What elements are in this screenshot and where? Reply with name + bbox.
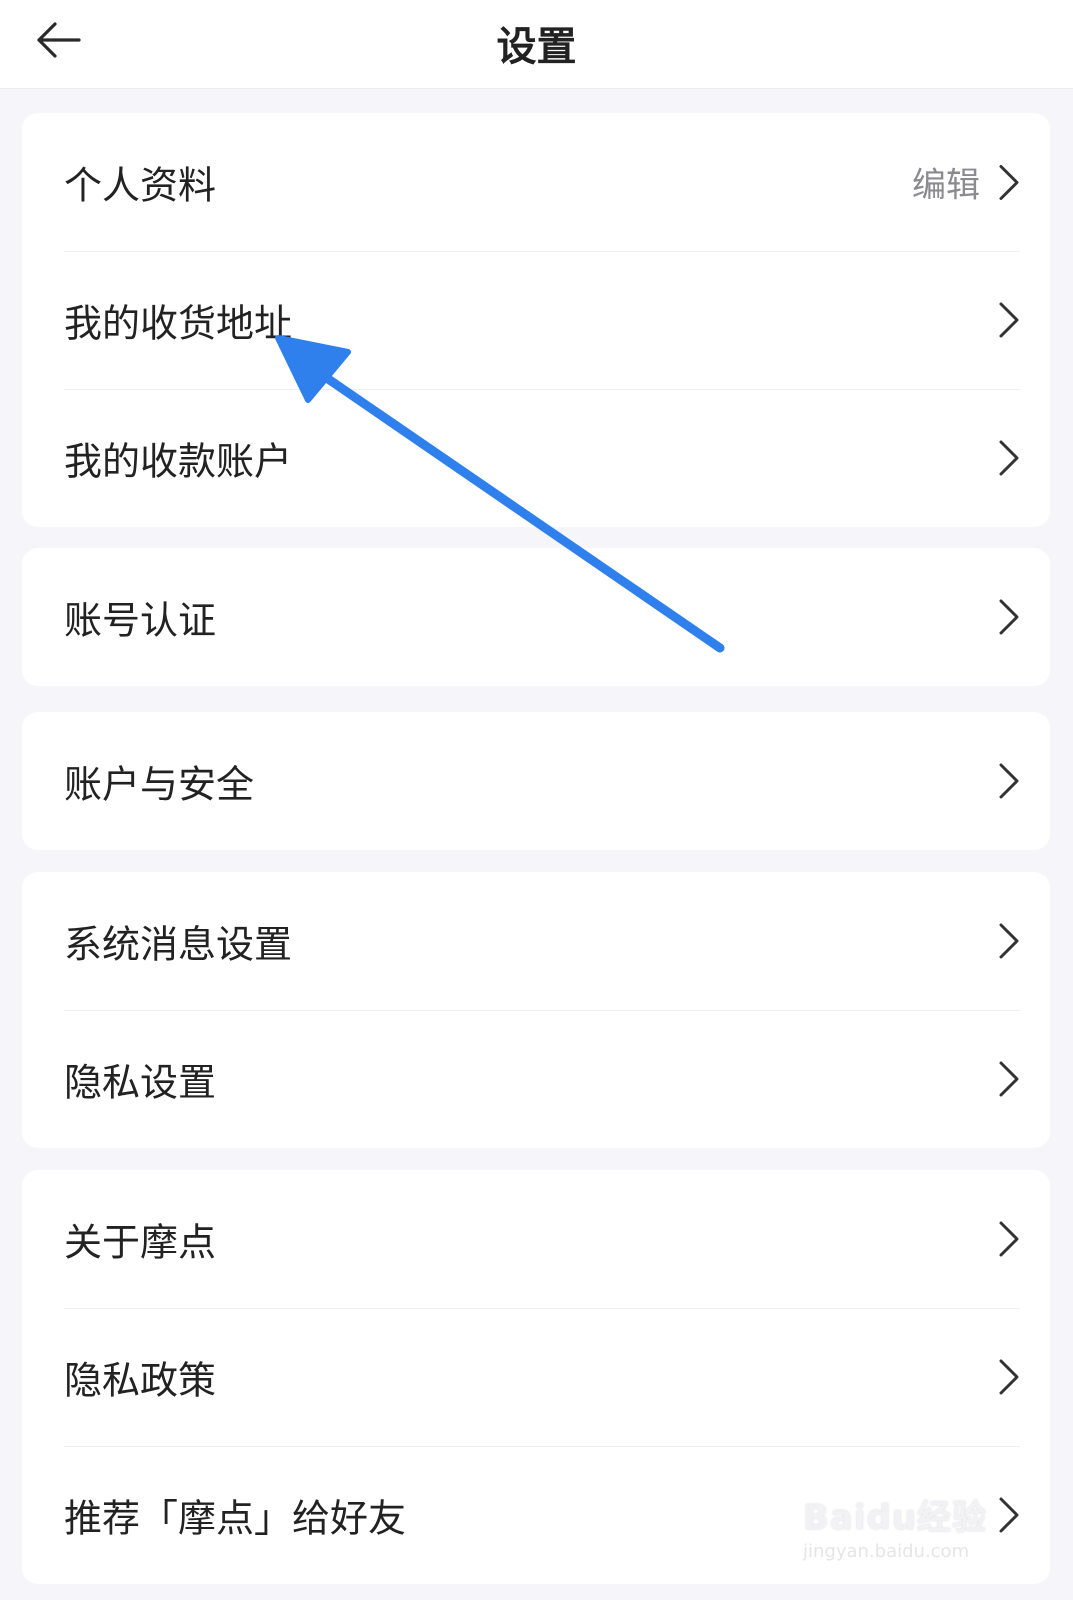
arrow-left-icon [37, 22, 81, 58]
settings-item-account-verification[interactable]: 账号认证 [22, 548, 1050, 686]
chevron-right-icon [999, 440, 1019, 476]
watermark: Baidu经验 jingyan.baidu.com [803, 1490, 1003, 1570]
back-button[interactable] [28, 10, 88, 70]
settings-item-label: 隐私政策 [64, 1358, 217, 1403]
settings-item-label: 隐私设置 [64, 1060, 217, 1105]
settings-item-system-messages[interactable]: 系统消息设置 [22, 872, 1050, 1010]
chevron-right-icon [999, 599, 1019, 635]
settings-item-profile[interactable]: 个人资料 编辑 [22, 113, 1050, 251]
settings-group-notifications: 系统消息设置 隐私设置 [22, 872, 1050, 1148]
settings-item-account-security[interactable]: 账户与安全 [22, 712, 1050, 850]
settings-item-label: 关于摩点 [64, 1220, 217, 1265]
settings-item-shipping-address[interactable]: 我的收货地址 [22, 251, 1050, 389]
chevron-right-icon [999, 1061, 1019, 1097]
settings-item-label: 推荐「摩点」给好友 [64, 1496, 407, 1541]
settings-group-security: 账户与安全 [22, 712, 1050, 850]
settings-item-label: 账户与安全 [64, 762, 255, 807]
settings-item-label: 我的收货地址 [64, 301, 293, 346]
chevron-right-icon [999, 923, 1019, 959]
chevron-right-icon [999, 763, 1019, 799]
top-bar: 设置 [0, 0, 1073, 89]
settings-item-label: 我的收款账户 [64, 439, 293, 484]
settings-group-profile: 个人资料 编辑 我的收货地址 我的收款账户 [22, 113, 1050, 527]
settings-group-verification: 账号认证 [22, 548, 1050, 686]
settings-item-privacy-policy[interactable]: 隐私政策 [22, 1308, 1050, 1446]
chevron-right-icon [999, 1359, 1019, 1395]
watermark-url: jingyan.baidu.com [803, 1541, 970, 1562]
watermark-logo: Baidu经验 [803, 1498, 988, 1538]
settings-item-label: 系统消息设置 [64, 922, 293, 967]
settings-item-label: 账号认证 [64, 598, 217, 643]
settings-item-label: 个人资料 [64, 163, 217, 208]
settings-item-privacy-settings[interactable]: 隐私设置 [22, 1010, 1050, 1148]
settings-item-about[interactable]: 关于摩点 [22, 1170, 1050, 1308]
chevron-right-icon [999, 164, 1019, 200]
chevron-right-icon [999, 1221, 1019, 1257]
settings-item-payment-account[interactable]: 我的收款账户 [22, 389, 1050, 527]
page-title: 设置 [496, 24, 577, 70]
edit-link[interactable]: 编辑 [912, 158, 980, 207]
chevron-right-icon [999, 302, 1019, 338]
